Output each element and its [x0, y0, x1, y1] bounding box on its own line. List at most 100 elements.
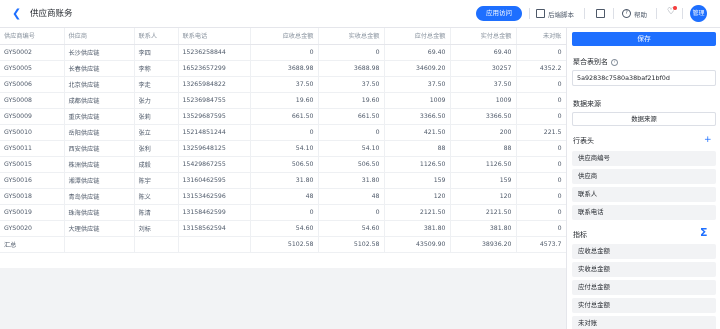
table-cell: 0	[516, 140, 566, 157]
table-cell: 54.10	[250, 140, 319, 157]
table-cell: 0	[516, 172, 566, 189]
table-row[interactable]: GYS0011 西安供应链 张利 13259648125 54.10 54.10 88 88 0	[0, 140, 566, 157]
table-cell: 珠海供应链	[64, 204, 135, 221]
table-cell: 221.5	[516, 124, 566, 141]
row-header-item[interactable]: 供应商	[572, 169, 716, 184]
avatar[interactable]: 管理	[690, 5, 707, 22]
table-cell: 19.60	[250, 92, 319, 109]
table-row[interactable]: GYS0018 青岛供应链 陈义 13153462596 48 48 120 120 0	[0, 188, 566, 205]
table-cell: 0	[516, 220, 566, 237]
table-cell: 陈义	[134, 188, 179, 205]
help-icon[interactable]: ?	[611, 58, 618, 66]
table-cell: GYS0015	[0, 156, 65, 173]
table-cell: 2121.50	[384, 204, 451, 221]
table-cell: 长春供应链	[64, 60, 135, 77]
table-cell: 0	[318, 124, 385, 141]
table-row[interactable]: GYS0005 长春供应链 李称 16523657299 3688.98 3688.98 3…	[0, 60, 566, 77]
table-cell: 0	[250, 44, 319, 61]
table-cell: 0	[516, 188, 566, 205]
table-row[interactable]: GYS0016 湘潭供应链 陈宇 13160462595 31.80 31.80 159 15…	[0, 172, 566, 189]
metric-item[interactable]: 应收总金额	[572, 244, 716, 259]
back-arrow-icon[interactable]: ❮	[12, 8, 24, 20]
table-cell: 506.50	[250, 156, 319, 173]
form-icon	[596, 9, 605, 18]
config-panel: 保存 聚合表别名? 5a92838c7580a38baf21bf0d 数据来源 …	[566, 28, 720, 329]
source-label: 数据来源	[573, 100, 601, 108]
table-cell: 69.40	[450, 44, 517, 61]
table-cell: 0	[250, 124, 319, 141]
total-cell: 5102.58	[318, 236, 385, 253]
table-cell: 69.40	[384, 44, 451, 61]
table-cell: 159	[384, 172, 451, 189]
table-row[interactable]: GYS0019 珠海供应链 陈清 13158462599 0 0 2121.50 2121.5…	[0, 204, 566, 221]
table-cell: 200	[450, 124, 517, 141]
app-access-button[interactable]: 应用访问	[476, 6, 522, 21]
data-source-button[interactable]: 数据来源	[572, 112, 716, 126]
table-cell: 0	[250, 204, 319, 221]
metric-item[interactable]: 应付总金额	[572, 280, 716, 295]
toolbar-divider	[529, 8, 530, 19]
toolbar-divider	[584, 8, 585, 19]
table-cell: 李称	[134, 60, 179, 77]
table-cell: 青岛供应链	[64, 188, 135, 205]
metric-item[interactable]: 实付总金额	[572, 298, 716, 313]
column-header[interactable]: 实收总金额	[318, 28, 385, 45]
table-cell: 381.80	[450, 220, 517, 237]
form-button[interactable]	[596, 7, 605, 20]
row-header-item[interactable]: 联系电话	[572, 205, 716, 220]
column-header[interactable]: 应付总金额	[384, 28, 451, 45]
table-cell: 13158462599	[178, 204, 251, 221]
table-row[interactable]: GYS0009 重庆供应链 张莉 13529687595 661.50 661.50 336…	[0, 108, 566, 125]
toolbar-divider	[613, 8, 614, 19]
table-cell: 15429867255	[178, 156, 251, 173]
save-button[interactable]: 保存	[572, 32, 716, 46]
row-header-item[interactable]: 联系人	[572, 187, 716, 202]
column-header[interactable]: 联系人	[134, 28, 179, 45]
column-header[interactable]: 实付总金额	[450, 28, 517, 45]
table-cell: 0	[516, 204, 566, 221]
table-cell: 大理供应链	[64, 220, 135, 237]
table-cell: 31.80	[318, 172, 385, 189]
column-header[interactable]: 应收总金额	[250, 28, 319, 45]
table-cell: 30257	[450, 60, 517, 77]
metric-item[interactable]: 未对账	[572, 316, 716, 329]
add-row-header-icon[interactable]: +	[704, 136, 712, 145]
table-cell: 李走	[134, 76, 179, 93]
table-cell: GYS0005	[0, 60, 65, 77]
alias-input[interactable]: 5a92838c7580a38baf21bf0d	[572, 70, 716, 86]
table-row[interactable]: GYS0010 岳阳供应链 张立 15214851244 0 0 421.50 200 221.…	[0, 124, 566, 141]
table-cell: GYS0018	[0, 188, 65, 205]
metric-item[interactable]: 实收总金额	[572, 262, 716, 277]
table-row[interactable]: GYS0015 株洲供应链 成毅 15429867255 506.50 506.50 112…	[0, 156, 566, 173]
table-cell: GYS0009	[0, 108, 65, 125]
table-cell: 张立	[134, 124, 179, 141]
sigma-icon[interactable]: Σ	[700, 227, 708, 238]
column-header[interactable]: 未对账	[516, 28, 566, 45]
alias-label: 聚合表别名?	[573, 57, 618, 67]
table-row[interactable]: GYS0008 成都供应链 张力 15236984755 19.60 19.60 1009 1…	[0, 92, 566, 109]
table-cell: 3688.98	[250, 60, 319, 77]
column-header[interactable]: 供应商编号	[0, 28, 65, 45]
table-cell: GYS0020	[0, 220, 65, 237]
table-row[interactable]: GYS0002 长沙供应链 李四 15236258844 0 0 69.40 69.40 0	[0, 44, 566, 61]
help-button[interactable]: ? 帮助	[622, 7, 647, 20]
row-header-item[interactable]: 供应商编号	[572, 151, 716, 166]
table-cell: 陈清	[134, 204, 179, 221]
question-icon: ?	[622, 9, 631, 18]
table-cell: 张莉	[134, 108, 179, 125]
table-row[interactable]: GYS0006 北京供应链 李走 13265984822 37.50 37.50 37.50…	[0, 76, 566, 93]
column-header[interactable]: 供应商	[64, 28, 135, 45]
table-cell: 成毅	[134, 156, 179, 173]
total-cell	[64, 236, 135, 253]
table-row[interactable]: GYS0020 大理供应链 刘标 13158562594 54.60 54.60 381.8…	[0, 220, 566, 237]
column-header[interactable]: 联系电话	[178, 28, 251, 45]
table-cell: 成都供应链	[64, 92, 135, 109]
table-cell: 3366.50	[450, 108, 517, 125]
table-cell: 2121.50	[450, 204, 517, 221]
table-cell: 37.50	[450, 76, 517, 93]
table-cell: 1126.50	[384, 156, 451, 173]
total-cell: 38936.20	[450, 236, 517, 253]
backend-script-button[interactable]: 后端脚本	[536, 7, 574, 20]
total-row: 汇总 5102.58 5102.58 43509.90 38936.20 4573.7	[0, 236, 566, 253]
table-cell: 湘潭供应链	[64, 172, 135, 189]
